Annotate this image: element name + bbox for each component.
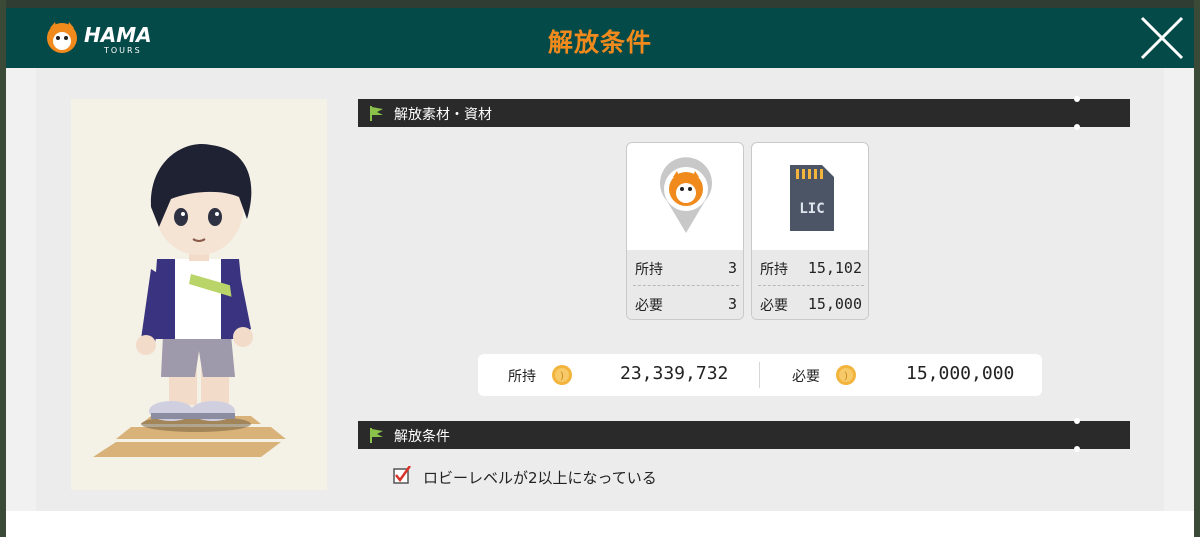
owned-label: 所持 (760, 262, 788, 278)
required-label: 必要 (635, 298, 663, 314)
owned-label: 所持 (635, 262, 663, 278)
page-title: 解放条件 (547, 28, 652, 57)
owned-value: 3 (727, 259, 737, 277)
flag-icon (370, 106, 383, 121)
game-backdrop-right (1194, 0, 1200, 537)
required-label: 必要 (760, 298, 788, 314)
checkbox-checked-icon (393, 466, 411, 484)
coin-icon: ) (552, 365, 572, 385)
currency-owned-value: 23,339,732 (620, 363, 729, 384)
bar-notch (1074, 418, 1080, 424)
currency-required-value: 15,000,000 (906, 363, 1015, 384)
map-pin-mascot-icon (660, 157, 712, 233)
owned-row: 所持 3 (635, 250, 737, 285)
required-row: 必要 3 (635, 286, 737, 319)
license-icon-text: LIC (799, 201, 824, 217)
svg-text:): ) (844, 371, 848, 382)
character-portrait (71, 99, 327, 490)
material-icon-area: LIC (752, 143, 868, 250)
svg-text:): ) (560, 371, 564, 382)
materials-section-header: 解放素材・資材 (358, 96, 1130, 130)
currency-bar: 所持 ) 23,339,732 必要 ) 15,000,000 (478, 354, 1042, 396)
flag-icon (370, 428, 383, 443)
conditions-section-label: 解放条件 (394, 429, 450, 445)
required-row: 必要 15,000 (760, 286, 862, 319)
materials-section-label: 解放素材・資材 (394, 107, 492, 123)
panel-bottom-strip (6, 511, 1194, 537)
bar-notch (1074, 446, 1080, 452)
required-value: 3 (727, 295, 737, 313)
material-card[interactable]: LIC 所持 15,102 必要 15,000 (751, 142, 869, 320)
material-icon-area (627, 143, 743, 250)
bar-notch (1074, 124, 1080, 130)
material-card[interactable]: 所持 3 必要 3 (626, 142, 744, 320)
currency-separator (759, 362, 760, 388)
currency-owned-label: 所持 (508, 369, 536, 385)
coin-icon: ) (836, 365, 856, 385)
game-backdrop (0, 0, 1200, 8)
material-stats: 所持 15,102 必要 15,000 (752, 250, 868, 319)
owned-row: 所持 15,102 (760, 250, 862, 285)
character-illustration (93, 143, 286, 457)
material-stats: 所持 3 必要 3 (627, 250, 743, 319)
currency-required-label: 必要 (792, 369, 820, 385)
owned-value: 15,102 (807, 259, 862, 277)
conditions-section-header: 解放条件 (358, 418, 1130, 452)
close-icon[interactable] (1136, 12, 1188, 64)
license-card-icon: LIC (790, 165, 834, 231)
dialog-header: HAMA TOURS 解放条件 (6, 8, 1194, 68)
required-value: 15,000 (807, 295, 862, 313)
condition-text: ロビーレベルが2以上になっている (423, 469, 657, 487)
bar-notch (1074, 96, 1080, 102)
